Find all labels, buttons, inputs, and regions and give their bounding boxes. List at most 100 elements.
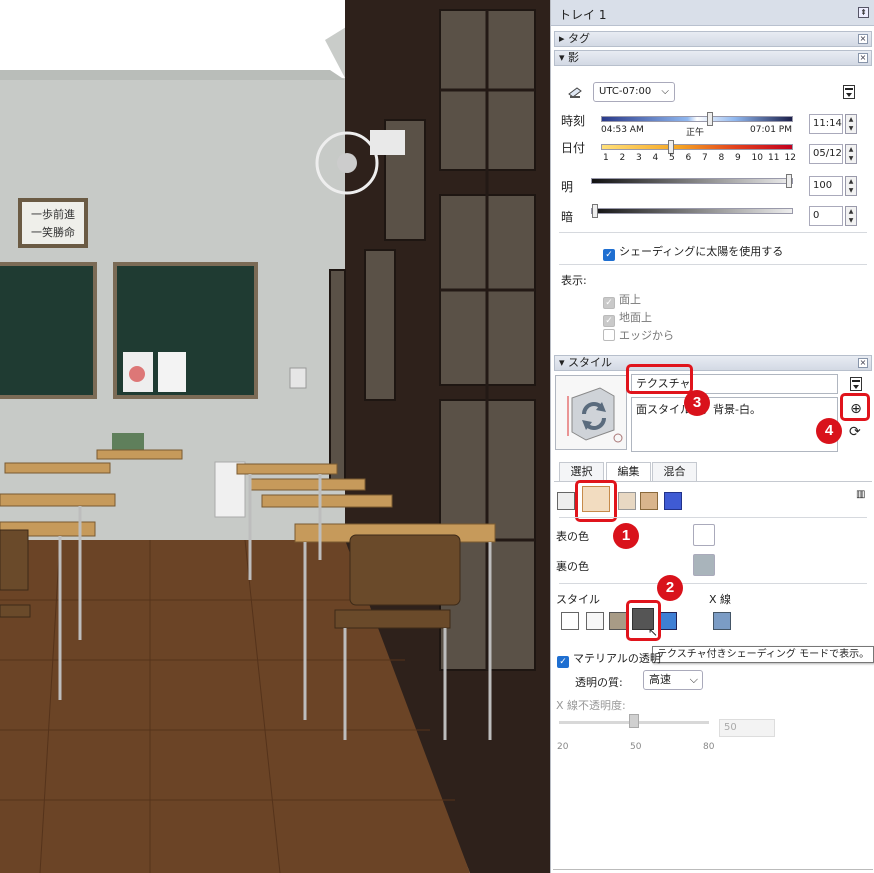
shadow-toggle-icon[interactable]: [567, 85, 583, 99]
time-noon: 正午: [686, 128, 705, 138]
shaded-mode-icon[interactable]: [609, 612, 627, 630]
background-settings-icon[interactable]: [618, 492, 636, 510]
default-tray: トレイ 1 ⇞ ▸ タグ × ▾ 影 × UTC-07:00 ⌵ 時刻 04:5…: [550, 0, 874, 873]
on-faces-checkbox-row[interactable]: ✓ 面上: [603, 291, 641, 309]
month-scale: 1 2 3 4 5 6 7 8 9 10 11 12: [601, 153, 796, 165]
dark-slider-thumb[interactable]: [592, 204, 598, 218]
time-spinner[interactable]: ▲ ▼: [845, 114, 857, 134]
monochrome-mode-icon[interactable]: [659, 612, 677, 630]
style-thumbnail: [555, 375, 627, 450]
xray-label: X 線: [709, 593, 732, 606]
dark-slider[interactable]: [591, 204, 793, 218]
back-color-swatch[interactable]: [693, 554, 715, 576]
checkbox-disabled-icon[interactable]: ✓: [603, 297, 615, 309]
xray-mode-icon[interactable]: [713, 612, 731, 630]
material-transparency-label: マテリアルの透明: [573, 652, 661, 665]
details-toggle-icon[interactable]: [850, 377, 862, 391]
transparency-quality-select[interactable]: 高速 ⌵: [643, 670, 703, 690]
from-edges-checkbox-row[interactable]: エッジから: [603, 327, 674, 343]
month-tick: 3: [636, 153, 642, 163]
month-tick: 12: [784, 153, 796, 163]
xray-opacity-thumb[interactable]: [629, 714, 639, 728]
material-transparency-checkbox-row[interactable]: ✓ マテリアルの透明: [557, 650, 661, 668]
xray-opacity-input[interactable]: 50: [719, 719, 775, 737]
light-slider[interactable]: [591, 174, 793, 188]
modeling-settings-icon[interactable]: [664, 492, 682, 510]
chevron-down-icon: ⌵: [689, 673, 698, 686]
collapse-arrow-icon: ▾: [559, 51, 565, 64]
date-label: 日付: [561, 141, 586, 155]
style-refresh-icon: [567, 387, 623, 443]
styles-section-title: スタイル: [568, 356, 613, 369]
divider: [559, 232, 867, 233]
time-input[interactable]: 11:14: [809, 114, 843, 134]
use-sun-checkbox-row[interactable]: ✓ シェーディングに太陽を使用する: [603, 243, 783, 261]
shadows-section-header[interactable]: ▾ 影 ×: [554, 50, 872, 66]
light-input[interactable]: 100: [809, 176, 843, 196]
date-slider[interactable]: [601, 140, 793, 154]
scale-tick-mid: 50: [630, 742, 642, 752]
on-ground-label: 地面上: [619, 311, 652, 324]
tab-edit[interactable]: 編集: [606, 462, 651, 481]
timezone-select[interactable]: UTC-07:00 ⌵: [593, 82, 675, 102]
tab-mix[interactable]: 混合: [652, 462, 697, 481]
tags-section-header[interactable]: ▸ タグ ×: [554, 31, 872, 47]
display-label: 表示:: [561, 274, 587, 287]
transparency-quality-label: 透明の質:: [575, 676, 623, 689]
styles-section-header[interactable]: ▾ スタイル ×: [554, 355, 872, 371]
scale-tick-max: 80: [703, 742, 715, 752]
model-viewport[interactable]: 一歩前進 一笑勝命: [0, 0, 550, 873]
mouse-pointer-icon: ↖: [648, 625, 659, 639]
style-description[interactable]: 面スタイル…。背景-白。: [631, 397, 838, 452]
tab-select[interactable]: 選択: [559, 462, 604, 481]
on-ground-checkbox-row[interactable]: ✓ 地面上: [603, 309, 652, 327]
time-slider[interactable]: [601, 112, 793, 126]
close-icon[interactable]: ×: [858, 53, 868, 63]
dark-spinner[interactable]: ▲ ▼: [845, 206, 857, 226]
update-style-icon[interactable]: ⟳: [849, 424, 861, 440]
front-color-swatch[interactable]: [693, 524, 715, 546]
highlight-box-3: [626, 364, 693, 394]
month-tick: 7: [702, 153, 708, 163]
checkbox-checked-icon[interactable]: ✓: [557, 656, 569, 668]
svg-text:一歩前進: 一歩前進: [31, 207, 75, 221]
month-tick: 2: [619, 153, 626, 163]
details-toggle-icon[interactable]: [843, 85, 855, 99]
use-sun-label: シェーディングに太陽を使用する: [619, 245, 784, 258]
xray-opacity-label: X 線不透明度:: [556, 699, 626, 712]
callout-1: 1: [613, 523, 639, 549]
time-label: 時刻: [561, 114, 586, 128]
xray-opacity-slider[interactable]: [559, 714, 709, 728]
tooltip: テクスチャ付きシェーディング モードで表示。: [652, 646, 874, 663]
date-input[interactable]: 05/12: [809, 144, 843, 164]
month-tick: 8: [718, 153, 725, 163]
shadows-section-title: 影: [568, 51, 580, 64]
month-tick: 6: [685, 153, 692, 163]
dark-input[interactable]: 0: [809, 206, 843, 226]
light-slider-thumb[interactable]: [786, 174, 792, 188]
watermark-settings-icon[interactable]: [640, 492, 658, 510]
edge-settings-icon[interactable]: [557, 492, 575, 510]
transparency-quality-value: 高速: [649, 673, 671, 686]
close-icon[interactable]: ×: [858, 34, 868, 44]
pin-icon[interactable]: ⇞: [858, 7, 869, 18]
checkbox-unchecked-icon[interactable]: [603, 329, 615, 341]
checkbox-disabled-icon[interactable]: ✓: [603, 315, 615, 327]
close-icon[interactable]: ×: [858, 358, 868, 368]
light-spinner[interactable]: ▲ ▼: [845, 176, 857, 196]
style-label: スタイル: [556, 593, 600, 606]
hidden-line-mode-icon[interactable]: [586, 612, 604, 630]
date-slider-thumb[interactable]: [668, 140, 675, 154]
chevron-down-icon: ⌵: [661, 86, 669, 97]
wireframe-mode-icon[interactable]: [561, 612, 579, 630]
panel-menu-icon[interactable]: ▥: [856, 489, 865, 500]
time-slider-thumb[interactable]: [706, 112, 713, 126]
time-start: 04:53 AM: [601, 125, 644, 135]
from-edges-label: エッジから: [619, 329, 674, 342]
checkbox-checked-icon[interactable]: ✓: [603, 249, 615, 261]
timezone-value: UTC-07:00: [599, 86, 652, 97]
date-spinner[interactable]: ▲ ▼: [845, 144, 857, 164]
tray-bottom-border: [553, 869, 873, 870]
highlight-box-4: [840, 393, 870, 421]
time-end: 07:01 PM: [750, 125, 792, 135]
